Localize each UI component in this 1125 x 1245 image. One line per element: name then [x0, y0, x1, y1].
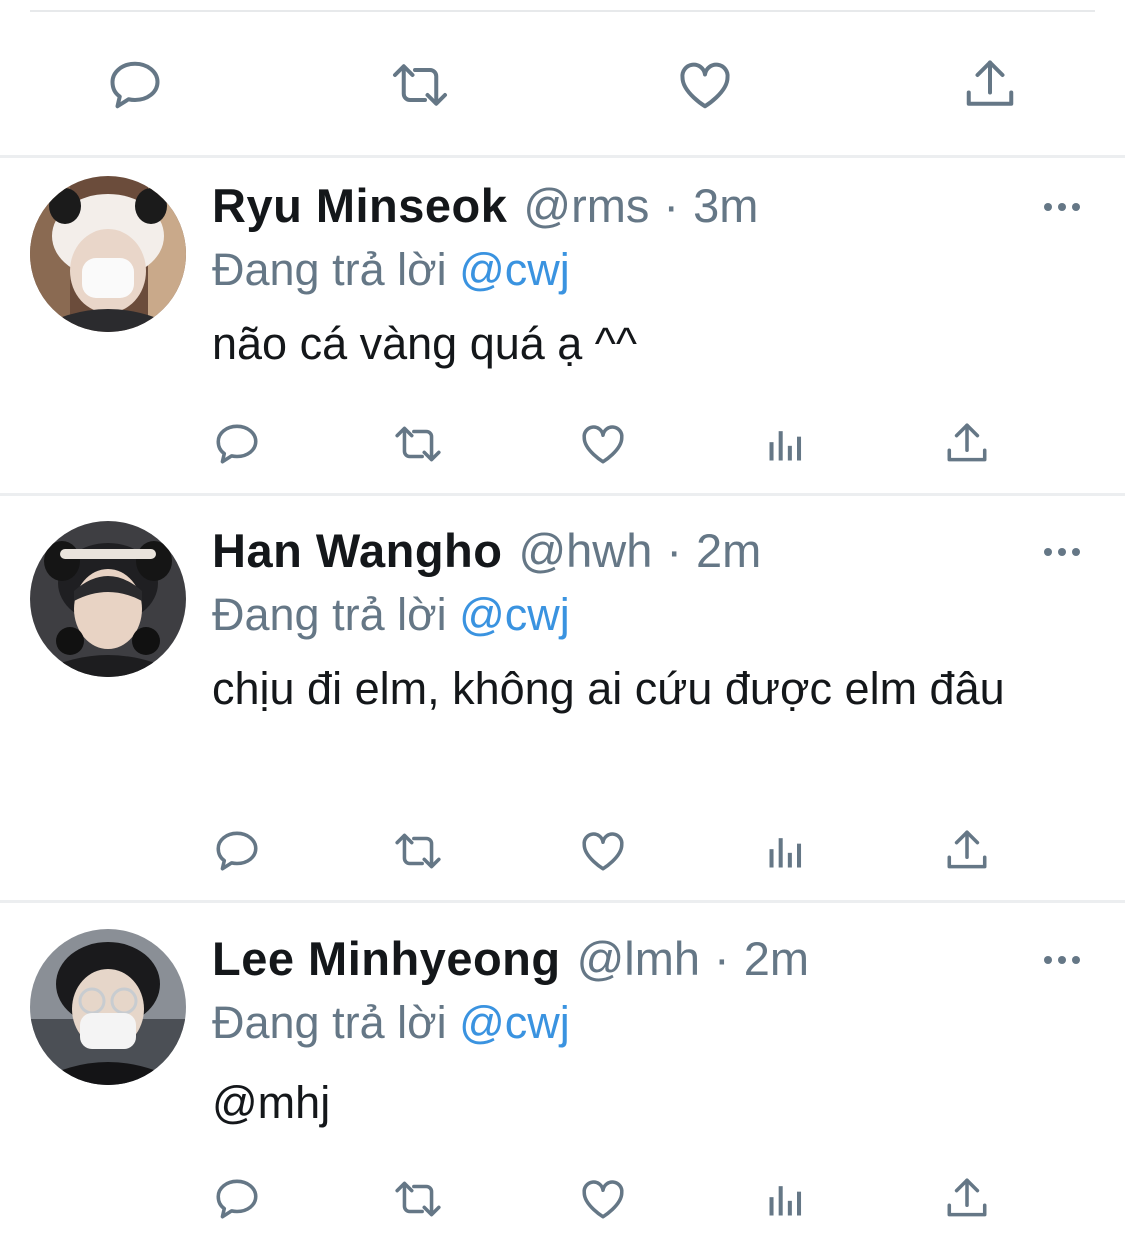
user-handle[interactable]: @hwh [518, 521, 652, 581]
heart-icon [582, 832, 624, 871]
more-options-button[interactable] [1037, 945, 1087, 975]
more-icon [1044, 203, 1080, 211]
timestamp[interactable]: 2m [744, 929, 809, 989]
like-button[interactable] [573, 1169, 633, 1229]
tweet-text-mention-link[interactable]: @mhj [212, 1071, 1092, 1135]
retweet-icon [395, 833, 441, 869]
share-button[interactable] [937, 821, 997, 881]
avatar[interactable] [30, 521, 186, 677]
analytics-button[interactable] [756, 1169, 816, 1229]
share-icon [947, 1178, 987, 1217]
analytics-button[interactable] [756, 821, 816, 881]
more-options-button[interactable] [1037, 192, 1087, 222]
tweet-header: Ryu Minseok @rms · 3m [212, 176, 758, 236]
replying-to-line: Đang trả lời @cwj [212, 240, 570, 300]
analytics-icon [769, 431, 802, 461]
analytics-button[interactable] [756, 414, 816, 474]
separator-dot: · [666, 524, 683, 577]
tweet-text: não cá vàng quá ạ ^^ [212, 318, 638, 369]
retweet-button[interactable] [388, 414, 448, 474]
more-icon [1044, 548, 1080, 556]
avatar[interactable] [30, 176, 186, 332]
retweet-icon [395, 1181, 441, 1217]
share-button[interactable] [937, 1169, 997, 1229]
timestamp[interactable]: 2m [696, 521, 761, 581]
replying-mention-link[interactable]: @cwj [459, 997, 570, 1048]
user-handle[interactable]: @rms [523, 176, 649, 236]
user-handle[interactable]: @lmh [577, 929, 700, 989]
reply-button[interactable] [207, 1169, 267, 1229]
share-icon [947, 423, 987, 462]
like-button[interactable] [660, 40, 750, 130]
reply-icon [216, 424, 258, 464]
replying-to-line: Đang trả lời @cwj [212, 585, 570, 645]
reply-tweet[interactable]: Lee Minhyeong @lmh · 2m Đang trả lời @cw… [0, 915, 1125, 1245]
like-button[interactable] [573, 414, 633, 474]
separator-dot: · [663, 179, 680, 232]
replying-mention-link[interactable]: @cwj [459, 244, 570, 295]
share-icon [966, 60, 1014, 106]
replying-label: Đang trả lời [212, 997, 447, 1048]
tweet-header: Lee Minhyeong @lmh · 2m [212, 929, 809, 989]
main-tweet-action-bar [0, 40, 1125, 130]
share-button[interactable] [945, 40, 1035, 130]
tweet-action-bar [0, 1169, 1125, 1229]
like-button[interactable] [573, 821, 633, 881]
display-name[interactable]: Ryu Minseok [212, 176, 507, 236]
separator-dot: · [714, 932, 730, 985]
analytics-icon [769, 838, 802, 868]
share-icon [947, 830, 987, 869]
more-options-button[interactable] [1037, 537, 1087, 567]
replying-to-line: Đang trả lời @cwj [212, 993, 570, 1053]
retweet-button[interactable] [388, 821, 448, 881]
tweet-text: chịu đi elm, không ai cứu được elm đâu [212, 663, 1005, 714]
replying-mention-link[interactable]: @cwj [459, 589, 570, 640]
tweet-divider [0, 900, 1125, 903]
tweet-divider [0, 493, 1125, 496]
heart-icon [582, 1180, 624, 1219]
share-button[interactable] [937, 414, 997, 474]
retweet-button[interactable] [375, 40, 465, 130]
heart-icon [680, 62, 730, 109]
more-icon [1044, 956, 1080, 964]
reply-icon [216, 831, 258, 871]
top-divider [30, 10, 1095, 12]
reply-button[interactable] [207, 414, 267, 474]
replying-label: Đang trả lời [212, 244, 447, 295]
tweet-action-bar [0, 414, 1125, 474]
retweet-button[interactable] [388, 1169, 448, 1229]
replying-label: Đang trả lời [212, 589, 447, 640]
tweet-header: Han Wangho @hwh · 2m [212, 521, 761, 581]
tweet-action-bar [0, 821, 1125, 881]
reply-tweet[interactable]: Ryu Minseok @rms · 3m Đang trả lời @cwj … [0, 162, 1125, 492]
tweet-divider [0, 155, 1125, 158]
retweet-icon [393, 64, 447, 106]
retweet-icon [395, 426, 441, 462]
reply-icon [216, 1179, 258, 1219]
avatar[interactable] [30, 929, 186, 1085]
reply-button[interactable] [90, 40, 180, 130]
display-name[interactable]: Lee Minhyeong [212, 929, 561, 989]
analytics-icon [769, 1186, 802, 1216]
display-name[interactable]: Han Wangho [212, 521, 502, 581]
reply-tweet[interactable]: Han Wangho @hwh · 2m Đang trả lời @cwj c… [0, 507, 1125, 900]
reply-icon [110, 61, 160, 109]
timestamp[interactable]: 3m [693, 176, 758, 236]
heart-icon [582, 425, 624, 464]
reply-button[interactable] [207, 821, 267, 881]
